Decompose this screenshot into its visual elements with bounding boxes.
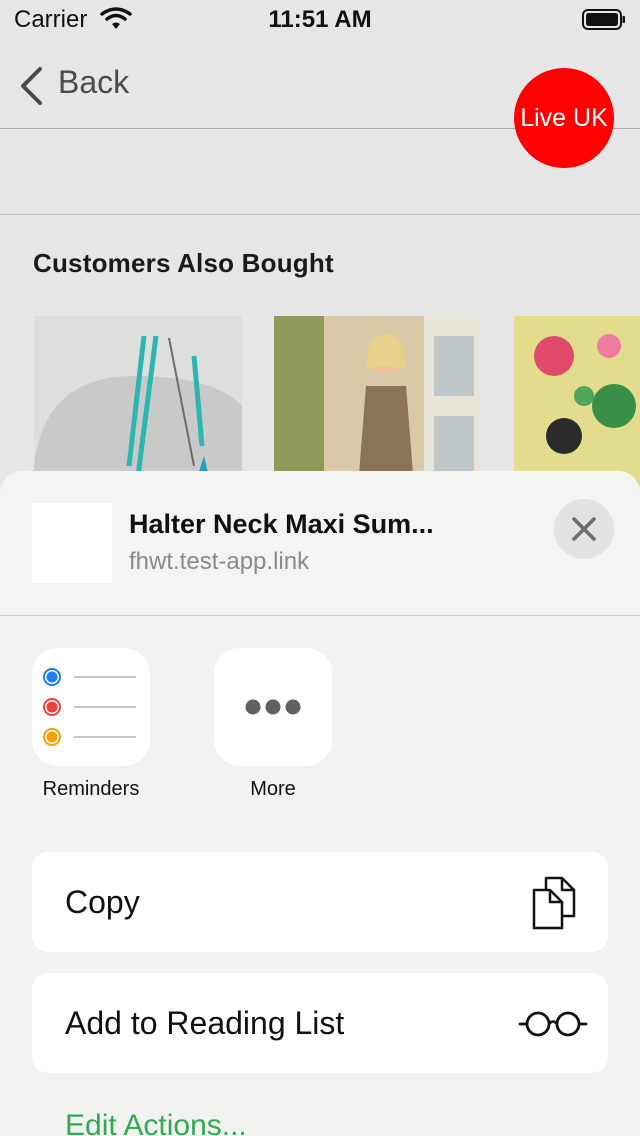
link-title: Halter Neck Maxi Sum...: [129, 509, 434, 539]
copy-label: Copy: [65, 884, 140, 920]
more-app-button[interactable]: [214, 648, 332, 766]
edit-actions-link[interactable]: Edit Actions...: [65, 1109, 247, 1136]
section-title: Customers Also Bought: [33, 248, 334, 278]
reminders-label: Reminders: [42, 778, 140, 800]
chevron-left-icon[interactable]: [18, 66, 44, 106]
status-bar: Carrier 11:51 AM: [0, 0, 640, 40]
reminders-icon: [43, 668, 136, 746]
reading-list-label: Add to Reading List: [65, 1005, 345, 1041]
battery-icon: [582, 9, 625, 30]
navigation-bar: Back Live UK: [0, 40, 640, 168]
copy-action[interactable]: Copy: [32, 852, 608, 952]
back-button[interactable]: Back: [58, 64, 129, 101]
product-image-print[interactable]: [514, 316, 640, 486]
link-thumbnail: [32, 503, 112, 583]
glasses-icon: [518, 1011, 588, 1037]
more-label: More: [250, 778, 296, 800]
clock: 11:51 AM: [268, 6, 372, 33]
content-band: [0, 129, 640, 215]
share-sheet-header: Halter Neck Maxi Sum... fhwt.test-app.li…: [0, 471, 640, 616]
close-icon: [572, 517, 596, 541]
add-to-reading-list-action[interactable]: Add to Reading List: [32, 973, 608, 1073]
share-sheet: Halter Neck Maxi Sum... fhwt.test-app.li…: [0, 471, 640, 1136]
more-icon: [245, 699, 301, 715]
product-image-dress[interactable]: [274, 316, 482, 486]
copy-icon: [532, 876, 576, 930]
link-url: fhwt.test-app.link: [129, 548, 310, 575]
reminders-app-button[interactable]: [32, 648, 150, 766]
close-button[interactable]: [554, 499, 614, 559]
product-image-necklace[interactable]: [34, 316, 242, 486]
